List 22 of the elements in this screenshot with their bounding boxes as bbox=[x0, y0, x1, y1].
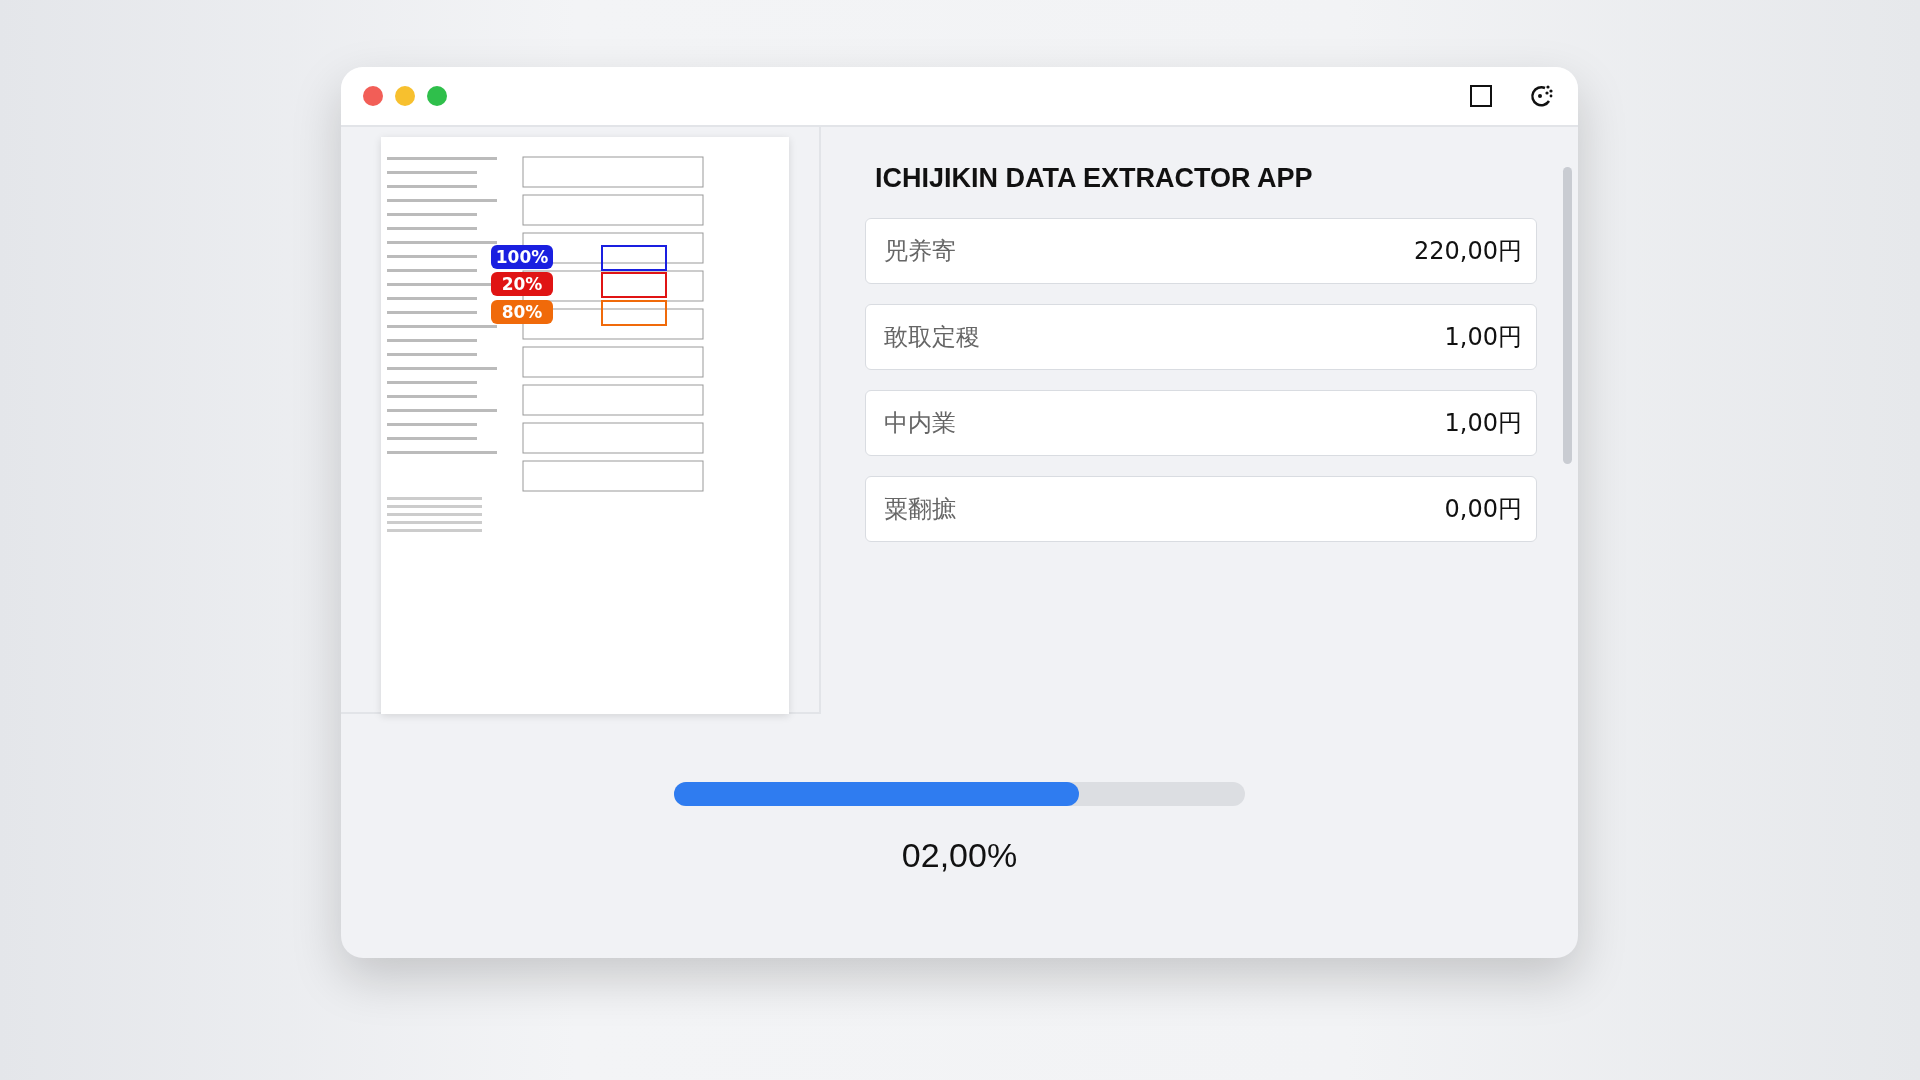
minimize-button[interactable] bbox=[395, 86, 415, 106]
percentage-badge: 20% bbox=[491, 272, 553, 296]
scrollbar-thumb[interactable] bbox=[1563, 167, 1572, 464]
app-title: ICHIJIKIN DATA EXTRACTOR APP bbox=[875, 163, 1314, 194]
percentage-badge: 100% bbox=[491, 245, 553, 269]
square-icon[interactable] bbox=[1470, 85, 1492, 107]
field-label: 兕养寄 bbox=[884, 236, 956, 267]
field-label: 中内業 bbox=[884, 408, 956, 439]
dotted-circle-icon[interactable] bbox=[1528, 83, 1554, 109]
close-button[interactable] bbox=[363, 86, 383, 106]
field-value: 220,00円 bbox=[1414, 236, 1522, 267]
highlight-frame bbox=[601, 300, 667, 326]
progress-percentage: 02,00% bbox=[901, 836, 1018, 875]
field-label: 粟翻摭 bbox=[884, 494, 956, 525]
field-label: 敢取定稷 bbox=[884, 322, 980, 353]
percentage-badge: 80% bbox=[491, 300, 553, 324]
field-value: 1,00円 bbox=[1444, 322, 1522, 353]
highlight-frame bbox=[601, 272, 667, 298]
maximize-button[interactable] bbox=[427, 86, 447, 106]
field-value: 0,00円 bbox=[1444, 494, 1522, 525]
highlight-frame bbox=[601, 245, 667, 271]
field-value: 1,00円 bbox=[1444, 408, 1522, 439]
